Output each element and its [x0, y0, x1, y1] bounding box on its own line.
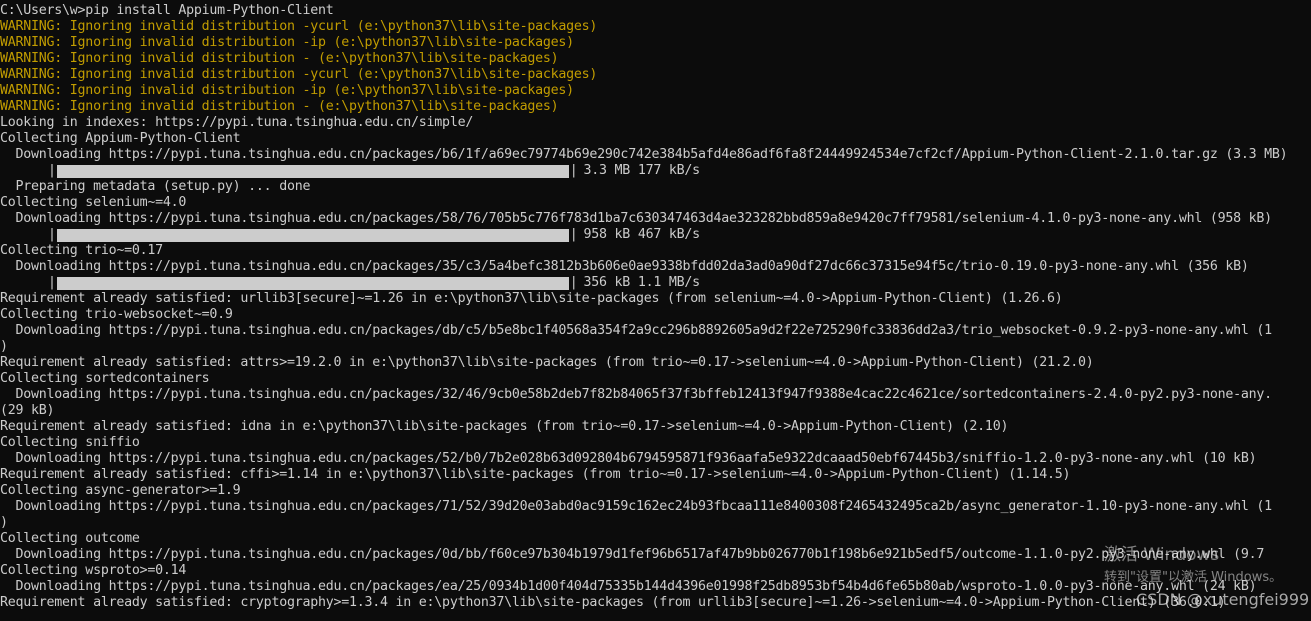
terminal-line: Preparing metadata (setup.py) ... done	[0, 179, 311, 194]
terminal-line: (29 kB)	[0, 403, 55, 418]
progress-bar-line: | | 3.3 MB 177 kB/s	[0, 163, 1311, 179]
progress-bar-fill	[56, 276, 569, 290]
terminal-line: Downloading https://pypi.tuna.tsinghua.e…	[0, 387, 1273, 402]
terminal-line: Requirement already satisfied: cryptogra…	[0, 595, 1226, 610]
progress-stats: 356 kB 1.1 MB/s	[583, 275, 701, 290]
warning-line: WARNING: Ignoring invalid distribution -…	[0, 51, 559, 66]
progress-bar-fill	[56, 228, 569, 242]
progress-bar-line: | | 958 kB 467 kB/s	[0, 227, 1311, 243]
progress-bar-right-edge: |	[569, 275, 578, 290]
terminal-line: Collecting async-generator>=1.9	[0, 483, 241, 498]
terminal-window[interactable]: C:\Users\w>pip install Appium-Python-Cli…	[0, 3, 1311, 621]
progress-bar-fill	[56, 164, 569, 178]
terminal-line: Collecting selenium~=4.0	[0, 195, 187, 210]
progress-bar-right-edge: |	[569, 227, 578, 242]
terminal-line: Collecting trio-websocket~=0.9	[0, 307, 233, 322]
terminal-line: Collecting wsproto>=0.14	[0, 563, 187, 578]
terminal-line: Collecting Appium-Python-Client	[0, 131, 241, 146]
terminal-line: Downloading https://pypi.tuna.tsinghua.e…	[0, 147, 1288, 162]
terminal-line: Downloading https://pypi.tuna.tsinghua.e…	[0, 579, 1257, 594]
terminal-line: C:\Users\w>pip install Appium-Python-Cli…	[0, 3, 334, 18]
progress-bar-line: | | 356 kB 1.1 MB/s	[0, 275, 1311, 291]
terminal-line: Downloading https://pypi.tuna.tsinghua.e…	[0, 451, 1257, 466]
progress-bar-right-edge: |	[569, 163, 578, 178]
terminal-line: Requirement already satisfied: idna in e…	[0, 419, 1009, 434]
terminal-line: )	[0, 515, 8, 530]
progress-stats: 3.3 MB 177 kB/s	[583, 163, 701, 178]
terminal-line: Downloading https://pypi.tuna.tsinghua.e…	[0, 323, 1273, 338]
warning-line: WARNING: Ignoring invalid distribution -…	[0, 67, 598, 82]
progress-bar-left-edge: |	[48, 163, 56, 178]
terminal-line: Requirement already satisfied: urllib3[s…	[0, 291, 1063, 306]
terminal-line: Collecting outcome	[0, 531, 140, 546]
terminal-line: Downloading https://pypi.tuna.tsinghua.e…	[0, 499, 1273, 514]
terminal-line: Collecting trio~=0.17	[0, 243, 163, 258]
warning-line: WARNING: Ignoring invalid distribution -…	[0, 19, 598, 34]
terminal-line: Downloading https://pypi.tuna.tsinghua.e…	[0, 547, 1265, 562]
warning-line: WARNING: Ignoring invalid distribution -…	[0, 35, 574, 50]
terminal-line: )	[0, 339, 8, 354]
terminal-line: Collecting sniffio	[0, 435, 140, 450]
warning-line: WARNING: Ignoring invalid distribution -…	[0, 99, 559, 114]
terminal-line: Looking in indexes: https://pypi.tuna.ts…	[0, 115, 474, 130]
progress-bar-left-edge: |	[48, 227, 56, 242]
terminal-line: Requirement already satisfied: cffi>=1.1…	[0, 467, 1071, 482]
terminal-line: Requirement already satisfied: attrs>=19…	[0, 355, 1094, 370]
warning-line: WARNING: Ignoring invalid distribution -…	[0, 83, 574, 98]
terminal-line: Collecting sortedcontainers	[0, 371, 210, 386]
terminal-line: Downloading https://pypi.tuna.tsinghua.e…	[0, 259, 1249, 274]
progress-bar-left-edge: |	[48, 275, 56, 290]
terminal-line: Downloading https://pypi.tuna.tsinghua.e…	[0, 211, 1273, 226]
progress-stats: 958 kB 467 kB/s	[583, 227, 701, 242]
